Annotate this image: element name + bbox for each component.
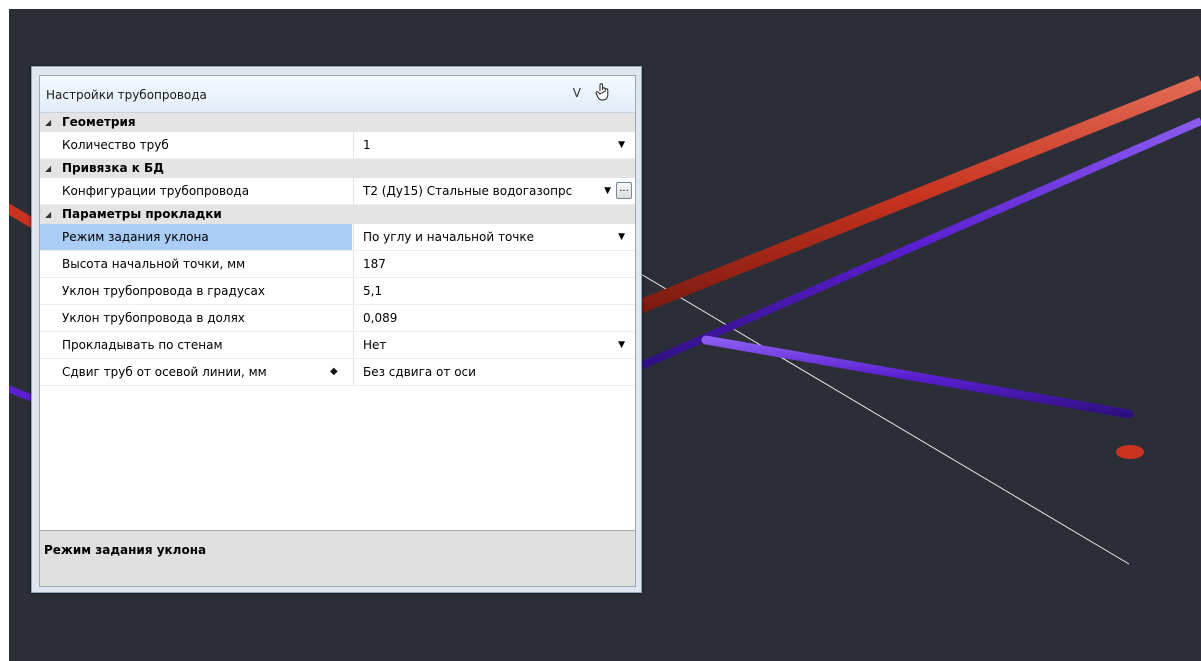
guide-line	[628, 266, 1130, 565]
property-value-text: По углу и начальной точке	[363, 230, 535, 244]
property-name: Прокладывать по стенам	[62, 338, 223, 352]
property-value[interactable]: 187	[353, 251, 635, 277]
property-value[interactable]: 0,089	[353, 305, 635, 331]
property-name: Высота начальной точки, мм	[62, 257, 246, 271]
property-name: Количество труб	[62, 138, 169, 152]
purple-pipe-branch	[701, 335, 1134, 419]
property-value[interactable]: 5,1	[353, 278, 635, 304]
property-row-slope-degrees[interactable]: Уклон трубопровода в градусах 5,1	[40, 278, 635, 305]
property-row-slope-fraction[interactable]: Уклон трубопровода в долях 0,089	[40, 305, 635, 332]
property-value-text: 0,089	[363, 311, 398, 325]
property-name: Уклон трубопровода в градусах	[62, 284, 265, 298]
property-name: Режим задания уклона	[40, 224, 352, 250]
property-value-text: 1	[363, 138, 371, 152]
property-row-pipe-count[interactable]: Количество труб 1 ▼	[40, 132, 635, 159]
cad-viewport[interactable]: Настройки трубопровода V ◢ Геометрия Кол…	[9, 9, 1201, 661]
red-point-marker	[1116, 445, 1144, 459]
dropdown-arrow-icon[interactable]: ▼	[604, 178, 611, 204]
palette-inner: Настройки трубопровода V ◢ Геометрия Кол…	[39, 75, 636, 587]
diamond-icon: ◆	[330, 366, 338, 377]
palette-title-bar[interactable]: Настройки трубопровода V	[40, 76, 635, 113]
property-value[interactable]: Нет ▼	[353, 332, 635, 358]
property-value[interactable]: 1 ▼	[353, 132, 635, 158]
property-row-axis-offset[interactable]: Сдвиг труб от осевой линии, мм ◆ Без сдв…	[40, 359, 635, 386]
collapse-triangle-icon[interactable]: ◢	[45, 113, 51, 132]
category-db-binding[interactable]: ◢ Привязка к БД	[40, 159, 635, 178]
description-title: Режим задания уклона	[44, 543, 207, 557]
collapse-triangle-icon[interactable]: ◢	[45, 159, 51, 178]
property-value-text: Нет	[363, 338, 387, 352]
property-value[interactable]: Без сдвига от оси	[353, 359, 635, 385]
red-pipe	[626, 75, 1201, 318]
collapse-triangle-icon[interactable]: ◢	[45, 205, 51, 224]
collapse-button[interactable]: V	[573, 86, 581, 100]
purple-pipe	[627, 117, 1201, 375]
property-value-text: 5,1	[363, 284, 383, 298]
property-row-slope-mode[interactable]: Режим задания уклона По углу и начальной…	[40, 224, 635, 251]
property-row-pipeline-config[interactable]: Конфигурации трубопровода Т2 (Ду15) Стал…	[40, 178, 635, 205]
property-name: Уклон трубопровода в долях	[62, 311, 245, 325]
property-row-lay-on-walls[interactable]: Прокладывать по стенам Нет ▼	[40, 332, 635, 359]
dropdown-arrow-icon[interactable]: ▼	[618, 332, 625, 358]
hand-pointer-icon[interactable]	[595, 82, 611, 102]
property-value-text: 187	[363, 257, 386, 271]
property-value-text: Т2 (Ду15) Стальные водогазопрс	[363, 184, 573, 198]
description-panel: Режим задания уклона	[40, 530, 635, 586]
property-value[interactable]: По углу и начальной точке ▼	[353, 224, 635, 250]
property-grid: ◢ Геометрия Количество труб 1 ▼ ◢ Привяз…	[40, 113, 635, 386]
browse-button[interactable]: ...	[616, 182, 632, 199]
pipeline-settings-palette[interactable]: Настройки трубопровода V ◢ Геометрия Кол…	[31, 66, 642, 593]
property-value-text: Без сдвига от оси	[363, 365, 476, 379]
category-geometry[interactable]: ◢ Геометрия	[40, 113, 635, 132]
property-value[interactable]: Т2 (Ду15) Стальные водогазопрс ▼ ...	[353, 178, 635, 204]
dropdown-arrow-icon[interactable]: ▼	[618, 132, 625, 158]
palette-title: Настройки трубопровода	[46, 88, 207, 102]
dropdown-arrow-icon[interactable]: ▼	[618, 224, 625, 250]
property-name: Конфигурации трубопровода	[62, 184, 250, 198]
category-laying-params[interactable]: ◢ Параметры прокладки	[40, 205, 635, 224]
property-row-start-height[interactable]: Высота начальной точки, мм 187	[40, 251, 635, 278]
property-name: Сдвиг труб от осевой линии, мм	[62, 365, 267, 379]
